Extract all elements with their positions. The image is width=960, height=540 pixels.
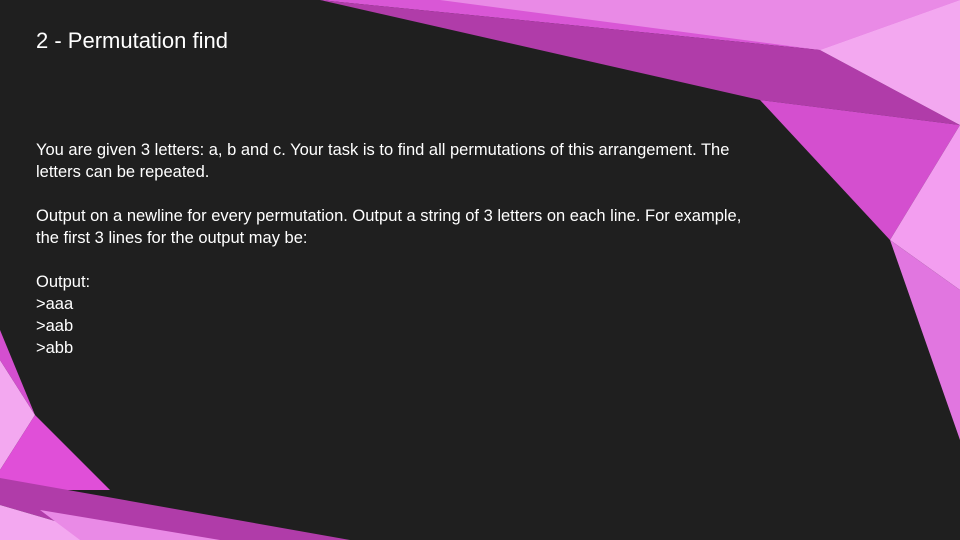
output-line: >aab (36, 317, 74, 335)
output-line: >aaa (36, 295, 74, 313)
slide-title: 2 - Permutation find (36, 28, 228, 53)
paragraph-2-line-2: the first 3 lines for the output may be: (36, 229, 308, 247)
paragraph-2-line-1: Output on a newline for every permutatio… (36, 207, 742, 225)
paragraph-1-line-2: letters can be repeated. (36, 163, 210, 181)
output-line: >abb (36, 339, 74, 357)
output-label: Output: (36, 273, 91, 291)
paragraph-1-line-1: You are given 3 letters: a, b and c. You… (36, 141, 730, 159)
slide: 2 - Permutation find You are given 3 let… (0, 0, 960, 540)
slide-body: You are given 3 letters: a, b and c. You… (36, 139, 836, 359)
